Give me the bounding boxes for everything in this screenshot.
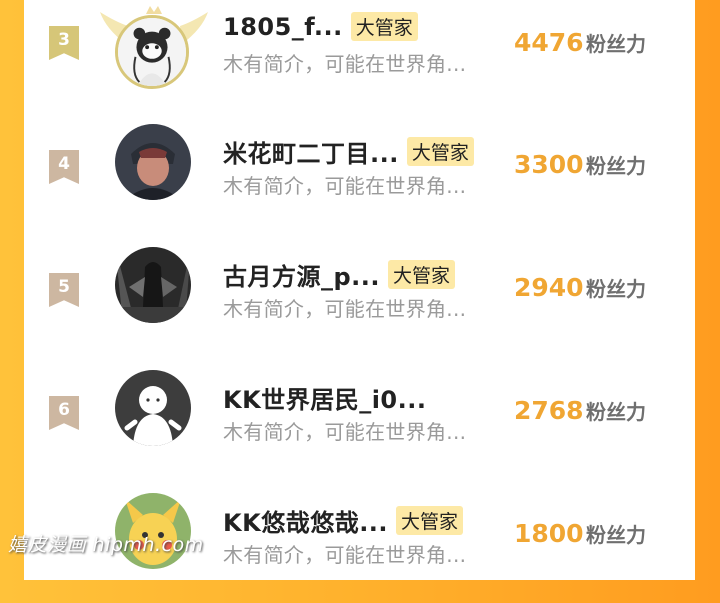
- fans-score: 2768 粉丝力: [514, 396, 646, 425]
- ranking-row[interactable]: 4 米花町二丁目... 大管家 木有简介，可能在世界角... 3300 粉丝力: [24, 124, 695, 234]
- user-bio: 木有简介，可能在世界角...: [223, 543, 467, 567]
- steward-tag: 大管家: [388, 260, 456, 289]
- user-name[interactable]: KK悠哉悠哉...: [223, 503, 388, 538]
- fans-label: 粉丝力: [586, 277, 646, 301]
- user-bio: 木有简介，可能在世界角...: [223, 297, 467, 321]
- fans-score: 1800 粉丝力: [514, 519, 646, 548]
- user-bio: 木有简介，可能在世界角...: [223, 174, 467, 198]
- avatar[interactable]: [115, 15, 189, 89]
- rank-badge: 6: [49, 396, 79, 430]
- fans-value: 4476: [514, 28, 584, 57]
- watermark: 嬉皮漫画 hipmh.com: [8, 534, 204, 556]
- user-bio: 木有简介，可能在世界角...: [223, 52, 467, 76]
- fans-value: 1800: [514, 519, 584, 548]
- fans-score: 3300 粉丝力: [514, 150, 646, 179]
- rank-badge: 3: [49, 26, 79, 60]
- fans-value: 2768: [514, 396, 584, 425]
- user-name[interactable]: 1805_f...: [223, 13, 343, 41]
- user-name[interactable]: 米花町二丁目...: [223, 134, 399, 169]
- user-name[interactable]: 古月方源_p...: [223, 257, 380, 292]
- fans-label: 粉丝力: [586, 154, 646, 178]
- fans-value: 2940: [514, 273, 584, 302]
- ranking-row[interactable]: 6 KK世界居民_i0... 木有简介，可能在世界角... 2768 粉丝力: [24, 370, 695, 480]
- user-bio: 木有简介，可能在世界角...: [223, 420, 467, 444]
- rank-badge: 4: [49, 150, 79, 184]
- fans-ranking-card: 3 1805_f... 大管家 木有简介，可能在世界角... 4476 粉丝力 …: [24, 0, 695, 580]
- fans-value: 3300: [514, 150, 584, 179]
- steward-tag: 大管家: [396, 506, 464, 535]
- user-name[interactable]: KK世界居民_i0...: [223, 380, 426, 415]
- fans-label: 粉丝力: [586, 523, 646, 547]
- steward-tag: 大管家: [406, 137, 474, 166]
- avatar[interactable]: [115, 370, 191, 446]
- fans-label: 粉丝力: [586, 400, 646, 424]
- fans-label: 粉丝力: [586, 32, 646, 56]
- fans-score: 2940 粉丝力: [514, 273, 646, 302]
- rank-badge: 5: [49, 273, 79, 307]
- ranking-row[interactable]: 3 1805_f... 大管家 木有简介，可能在世界角... 4476 粉丝力: [24, 0, 695, 110]
- steward-tag: 大管家: [350, 12, 418, 41]
- avatar[interactable]: [115, 247, 191, 323]
- fans-score: 4476 粉丝力: [514, 28, 646, 57]
- ranking-row[interactable]: 5 古月方源_p... 大管家 木有简介，可能在世界角... 2940 粉丝力: [24, 247, 695, 357]
- avatar[interactable]: [115, 124, 191, 200]
